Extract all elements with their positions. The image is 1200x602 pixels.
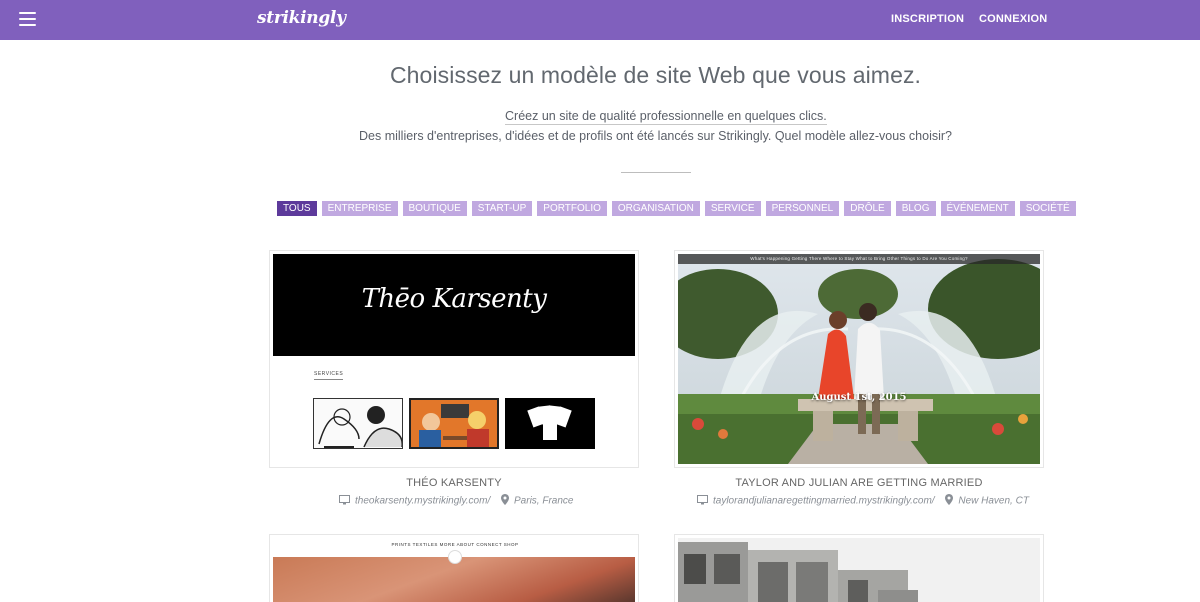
login-link[interactable]: CONNEXION bbox=[979, 13, 1047, 25]
preview-cartoon-thumbnail bbox=[409, 398, 499, 449]
filter-portfolio[interactable]: PORTFOLIO bbox=[537, 201, 607, 216]
category-filters: TOUS ENTREPRISE BOUTIQUE START-UP PORTFO… bbox=[277, 201, 1076, 216]
filter-societe[interactable]: SOCIÉTÉ bbox=[1019, 201, 1076, 216]
preview-nav: What's Happening Getting There Where to … bbox=[678, 254, 1040, 264]
preview-cards-thumbnail bbox=[505, 398, 595, 449]
template-title[interactable]: TAYLOR AND JULIAN ARE GETTING MARRIED bbox=[674, 477, 1044, 489]
filter-service[interactable]: SERVICE bbox=[704, 201, 761, 216]
page-title: Choisissez un modèle de site Web que vou… bbox=[389, 62, 922, 88]
template-meta: theokarsenty.mystrikingly.com/ Paris, Fr… bbox=[339, 494, 573, 508]
filter-entreprise[interactable]: ENTREPRISE bbox=[321, 201, 398, 216]
preview-banner: Thēo Karsenty bbox=[273, 254, 635, 356]
location-pin-icon bbox=[945, 494, 954, 508]
preview-photo bbox=[678, 538, 1040, 602]
template-title[interactable]: THÉO KARSENTY bbox=[269, 477, 639, 489]
template-meta: taylorandjulianaregettingmarried.mystrik… bbox=[697, 494, 1029, 508]
monitor-icon bbox=[339, 494, 350, 508]
filter-drole[interactable]: DRÔLE bbox=[844, 201, 891, 216]
location-pin-icon bbox=[501, 494, 510, 508]
hero-link[interactable]: Créez un site de qualité professionnelle… bbox=[505, 109, 827, 125]
preview-comic-thumbnail bbox=[313, 398, 403, 449]
preview-date: August 1st, 2015 bbox=[811, 392, 907, 403]
monitor-icon bbox=[697, 494, 708, 508]
filter-organisation[interactable]: ORGANISATION bbox=[611, 201, 700, 216]
template-url[interactable]: theokarsenty.mystrikingly.com/ bbox=[355, 496, 490, 507]
preview-signature: Thēo Karsenty bbox=[361, 284, 547, 314]
template-card-architecture[interactable] bbox=[674, 534, 1044, 602]
preview-nav: PRINTS TEXTILES MORE ABOUT CONNECT SHOP bbox=[391, 542, 519, 547]
template-url[interactable]: taylorandjulianaregettingmarried.mystrik… bbox=[713, 496, 935, 507]
divider bbox=[621, 172, 691, 173]
filter-tous[interactable]: TOUS bbox=[277, 201, 317, 216]
filter-evenement[interactable]: ÉVÉNEMENT bbox=[940, 201, 1015, 216]
template-location: Paris, France bbox=[514, 495, 574, 507]
preview-wedding-photo: What's Happening Getting There Where to … bbox=[678, 254, 1040, 464]
top-bar: strikingly INSCRIPTION CONNEXION bbox=[0, 0, 1200, 40]
filter-blog[interactable]: BLOG bbox=[895, 201, 936, 216]
template-card-taylor-julian[interactable]: What's Happening Getting There Where to … bbox=[674, 250, 1044, 468]
hamburger-menu-icon[interactable] bbox=[19, 12, 36, 26]
hero-subtitle: Des milliers d'entreprises, d'idées et d… bbox=[359, 129, 952, 143]
preview-section-label: SERVICES bbox=[314, 371, 344, 380]
filter-personnel[interactable]: PERSONNEL bbox=[765, 201, 840, 216]
logo[interactable]: strikingly bbox=[257, 8, 346, 28]
template-location: New Haven, CT bbox=[958, 495, 1029, 507]
signup-link[interactable]: INSCRIPTION bbox=[891, 13, 964, 25]
filter-boutique[interactable]: BOUTIQUE bbox=[402, 201, 467, 216]
template-card-theo-karsenty[interactable]: Thēo Karsenty SERVICES bbox=[269, 250, 639, 468]
template-card-shop[interactable]: PRINTS TEXTILES MORE ABOUT CONNECT SHOP bbox=[269, 534, 639, 602]
preview-logo-icon bbox=[448, 550, 462, 564]
filter-start-up[interactable]: START-UP bbox=[471, 201, 533, 216]
